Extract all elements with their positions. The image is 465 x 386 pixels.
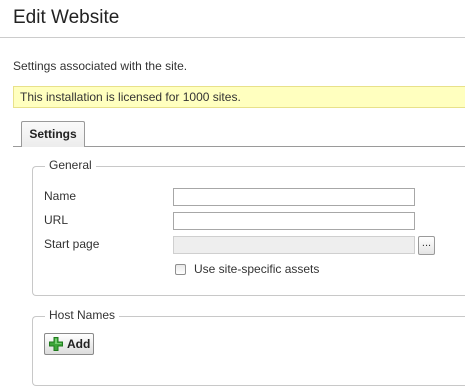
host-names-fieldset [32, 316, 465, 386]
add-button-label: Add [67, 337, 91, 351]
host-names-legend: Host Names [45, 308, 120, 322]
tab-settings[interactable]: Settings [21, 121, 85, 147]
url-label: URL [44, 213, 69, 227]
general-legend: General [45, 158, 96, 172]
url-field[interactable] [173, 212, 415, 230]
plus-icon [49, 337, 63, 351]
start-page-browse-button[interactable]: ... [418, 236, 435, 255]
page-description: Settings associated with the site. [13, 59, 188, 73]
start-page-field[interactable] [173, 236, 415, 254]
page-title: Edit Website [13, 7, 120, 28]
site-assets-checkbox-label[interactable]: Use site-specific assets [194, 262, 319, 276]
name-field[interactable] [173, 188, 415, 206]
title-divider [0, 37, 465, 38]
site-assets-checkbox[interactable] [175, 264, 186, 275]
name-label: Name [44, 189, 77, 203]
start-page-label: Start page [44, 237, 100, 251]
general-fieldset [32, 166, 465, 296]
add-host-button[interactable]: Add [44, 333, 94, 355]
license-notice: This installation is licensed for 1000 s… [13, 86, 465, 108]
